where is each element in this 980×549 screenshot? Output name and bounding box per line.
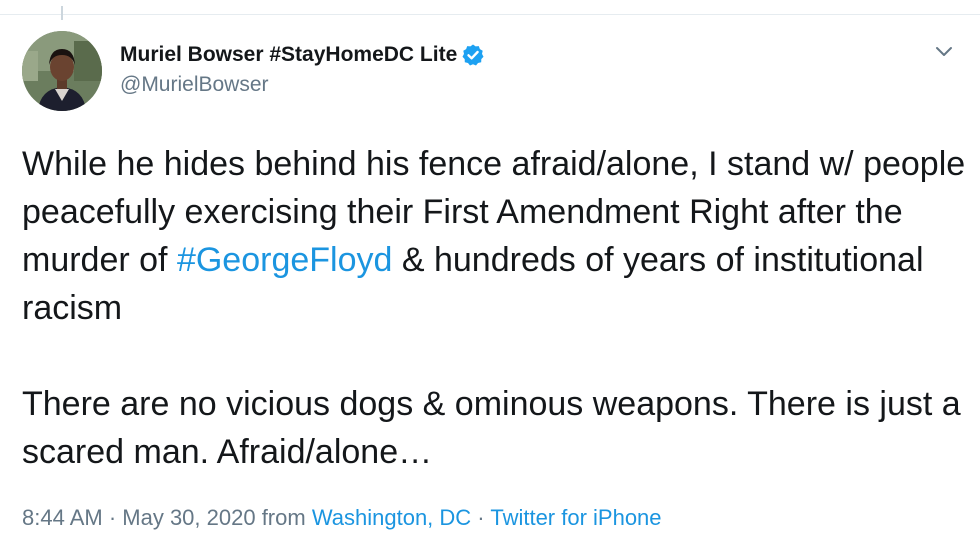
tweet-meta: 8:44 AM · May 30, 2020 from Washington, …: [22, 505, 662, 531]
tweet-paragraph: While he hides behind his fence afraid/a…: [22, 140, 972, 332]
top-divider: [0, 14, 980, 15]
avatar[interactable]: [22, 31, 102, 111]
timestamp[interactable]: 8:44 AM · May 30, 2020 from: [22, 505, 312, 530]
source-link[interactable]: Twitter for iPhone: [490, 505, 661, 530]
thread-connector: [61, 6, 63, 20]
author-handle[interactable]: @MurielBowser: [120, 73, 269, 97]
display-name[interactable]: Muriel Bowser #StayHomeDC Lite: [120, 43, 457, 67]
verified-badge-icon: [461, 43, 485, 67]
tweet-paragraph: There are no vicious dogs & ominous weap…: [22, 385, 971, 471]
hashtag-link[interactable]: #GeorgeFloyd: [177, 241, 392, 279]
author-name-row: Muriel Bowser #StayHomeDC Lite: [120, 42, 485, 68]
location-link[interactable]: Washington, DC: [312, 505, 471, 530]
chevron-down-icon[interactable]: [932, 41, 956, 61]
meta-separator: ·: [471, 505, 491, 530]
tweet-body: While he hides behind his fence afraid/a…: [22, 140, 972, 476]
